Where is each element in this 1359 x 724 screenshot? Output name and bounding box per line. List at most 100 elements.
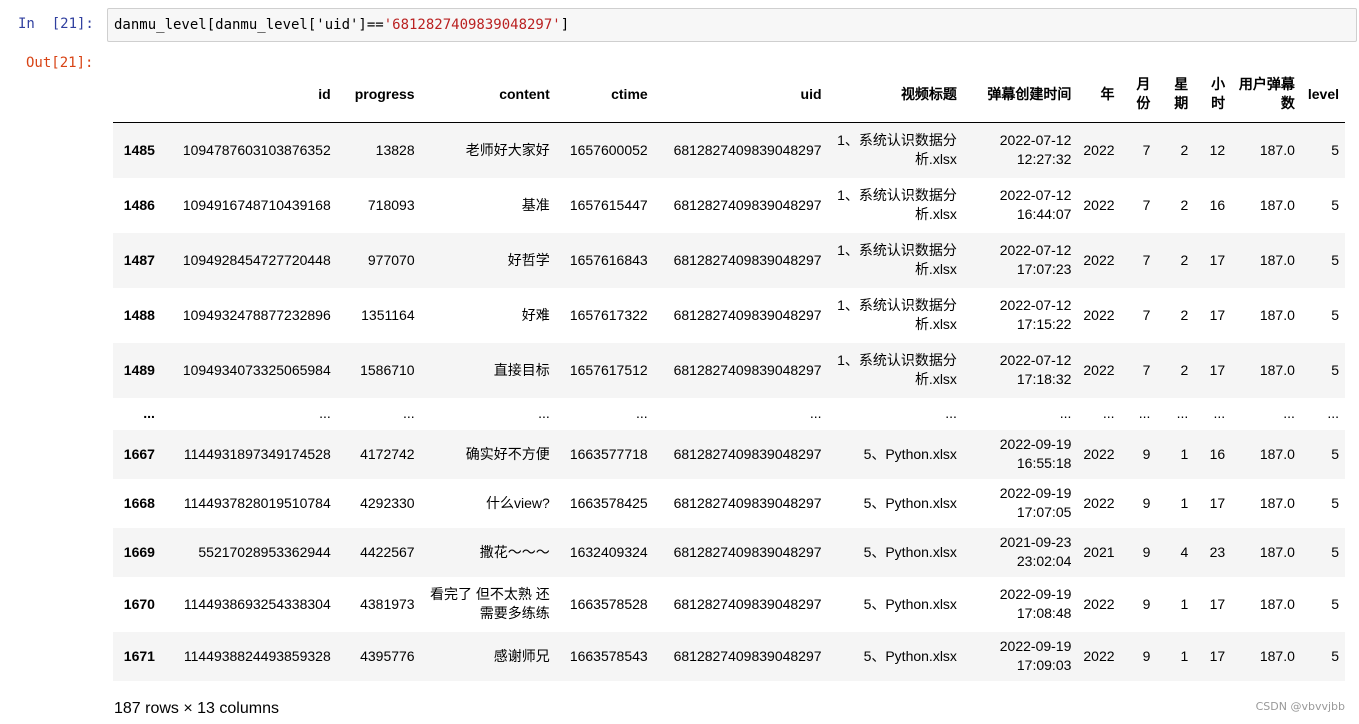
table-row: 1488 1094932478877232896 1351164 好难 16576173… [113,287,1345,343]
table-row: 1487 1094928454727720448 977070 好哲学 16576168… [113,232,1345,288]
cell-created-time: ... [1059,405,1072,421]
cell-content: 看完了 但不太熟 还需要多练练 [430,586,550,621]
table-header: id progress content ctime uid 视频标题 弹幕创建时… [113,66,1345,123]
cell-id: 1094934073325065984 [182,361,331,378]
cell-id: 1094787603103876352 [182,141,331,158]
cell-level: 5 [1331,196,1339,213]
cell-year: 2022 [1083,494,1115,511]
cell-progress: 4422567 [360,543,415,560]
cell-month: 9 [1142,595,1151,612]
cell-month: 9 [1142,543,1151,560]
cell-weekday: 2 [1180,361,1189,378]
cell-progress: 1586710 [360,361,415,378]
cell-user-danmu-count: 187.0 [1259,196,1295,213]
cell-ctime: 1657616843 [569,251,648,268]
cell-level: 5 [1331,543,1339,560]
table-summary: 187 rows × 13 columns [114,700,279,717]
cell-month: 7 [1142,141,1151,158]
cell-month: 9 [1142,445,1151,462]
cell-hour: 23 [1209,543,1226,560]
cell-year: 2022 [1083,361,1115,378]
header-weekday: 星期 [1156,66,1195,123]
cell-uid: 6812827409839048297 [673,196,822,213]
cell-year: 2022 [1083,141,1115,158]
cell-ctime: ... [636,405,648,421]
header-uid: uid [653,66,828,123]
cell-id: 1144938693254338304 [183,595,331,612]
cell-uid: 6812827409839048297 [673,647,822,664]
header-id: id [160,66,337,123]
cell-content: 感谢师兄 [493,647,550,664]
header-year: 年 [1077,66,1121,123]
cell-uid: 6812827409839048297 [673,361,822,378]
table-row: 1670 1144938693254338304 4381973 看完了 但不太熟 还… [113,576,1345,632]
cell-weekday: 1 [1180,647,1189,664]
header-index [113,66,161,123]
output-prompt: Out[21]: [26,55,94,71]
cell-level: 5 [1331,306,1339,323]
cell-level: ... [1327,405,1339,421]
cell-level: 5 [1331,361,1339,378]
cell-level: 5 [1331,494,1339,511]
cell-hour: 17 [1209,251,1226,268]
cell-hour: 16 [1209,196,1226,213]
cell-video-title: 1、系统认识数据分析.xlsx [837,297,957,332]
cell-user-danmu-count: 187.0 [1259,494,1295,511]
cell-id: 1094916748710439168 [182,196,331,213]
table-body: 1485 1094787603103876352 13828 老师好大家好 165760… [113,122,1345,681]
cell-hour: 16 [1209,445,1226,462]
cell-weekday: 1 [1180,494,1189,511]
header-month: 月份 [1120,66,1157,123]
cell-year: 2022 [1083,251,1115,268]
cell-id: 1144931897349174528 [183,445,331,462]
cell-created-time: 2022-09-19 16:55:18 [999,436,1072,471]
cell-id: 1144937828019510784 [183,494,331,511]
cell-weekday: 2 [1180,306,1189,323]
cell-video-title: 1、系统认识数据分析.xlsx [837,352,957,387]
cell-level: 5 [1331,647,1339,664]
cell-id: 1144938824493859328 [183,647,331,664]
cell-created-time: 2022-07-12 16:44:07 [999,187,1072,222]
cell-ctime: 1657617322 [569,306,648,323]
cell-index: 1485 [123,141,155,158]
cell-progress: 4292330 [360,494,415,511]
code-cell-input[interactable]: danmu_level[danmu_level['uid']=='6812827… [107,8,1357,42]
cell-month: ... [1138,405,1151,421]
cell-index: ... [143,405,155,421]
cell-created-time: 2022-09-19 17:08:48 [999,586,1072,621]
watermark: CSDN @vbvvjbb [1255,700,1345,713]
cell-month: 7 [1142,306,1151,323]
table-row: 1486 1094916748710439168 718093 基准 165761544… [113,177,1345,233]
cell-ctime: 1632409324 [569,543,648,560]
cell-index: 1486 [123,196,155,213]
header-content: content [420,66,556,123]
cell-month: 7 [1142,196,1151,213]
cell-hour: 17 [1209,494,1226,511]
cell-level: 5 [1331,445,1339,462]
code-prefix: danmu_level[danmu_level['uid']== [114,17,384,33]
cell-created-time: 2022-09-19 17:09:03 [999,638,1072,673]
cell-uid: 6812827409839048297 [673,141,822,158]
cell-hour: 17 [1209,306,1226,323]
cell-month: 9 [1142,647,1151,664]
cell-created-time: 2022-07-12 12:27:32 [999,132,1072,168]
cell-weekday: 2 [1180,251,1189,268]
cell-uid: ... [809,405,822,421]
header-row: id progress content ctime uid 视频标题 弹幕创建时… [113,66,1345,123]
cell-year: 2022 [1083,647,1115,664]
cell-progress: 4381973 [360,595,415,612]
cell-index: 1488 [123,306,155,323]
header-progress: progress [336,66,421,123]
cell-video-title: 1、系统认识数据分析.xlsx [837,187,957,222]
cell-ctime: 1663578425 [569,494,648,511]
cell-ctime: 1657617512 [569,361,648,378]
cell-uid: 6812827409839048297 [673,494,822,511]
cell-year: 2022 [1083,595,1115,612]
cell-uid: 6812827409839048297 [673,251,822,268]
cell-content: 基准 [521,196,550,213]
cell-user-danmu-count: 187.0 [1259,595,1295,612]
cell-year: 2022 [1083,196,1115,213]
header-video-title: 视频标题 [827,66,963,123]
cell-content: 什么view? [485,494,550,511]
cell-video-title: 5、Python.xlsx [863,543,957,560]
